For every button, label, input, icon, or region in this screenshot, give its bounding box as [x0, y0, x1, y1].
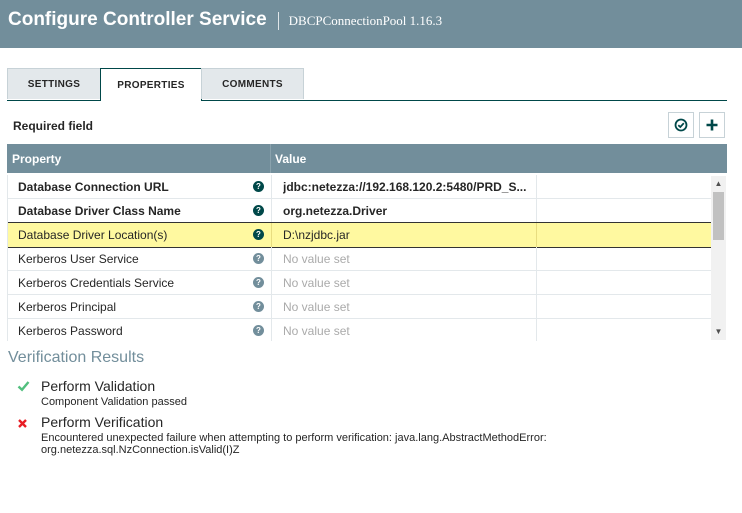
help-icon[interactable]: ? [253, 301, 264, 312]
table-row[interactable]: Kerberos Credentials Service ? No value … [8, 271, 712, 295]
property-value[interactable]: No value set [283, 300, 531, 314]
verify-button[interactable] [668, 112, 694, 138]
header-divider [277, 12, 279, 30]
property-name: Kerberos Credentials Service [18, 276, 175, 290]
tab-settings[interactable]: SETTINGS [7, 68, 101, 99]
help-icon[interactable]: ? [253, 205, 264, 216]
result-title: Perform Validation [41, 378, 156, 394]
result-title: Perform Verification [41, 414, 164, 430]
property-name: Database Connection URL [18, 180, 169, 194]
property-value[interactable]: No value set [283, 276, 531, 290]
table-scrollbar[interactable]: ▲ ▼ [711, 176, 726, 340]
table-row[interactable]: Kerberos User Service ? No value set [8, 247, 712, 271]
header-property[interactable]: Property [12, 152, 61, 166]
table-row[interactable]: Database Connection URL ? jdbc:netezza:/… [8, 175, 712, 199]
header-value[interactable]: Value [275, 152, 306, 166]
property-name: Database Driver Location(s) [18, 228, 168, 242]
dialog-title: Configure Controller Service [8, 9, 267, 30]
error-x-icon [18, 419, 27, 428]
property-value[interactable]: org.netezza.Driver [283, 204, 531, 218]
property-name: Database Driver Class Name [18, 204, 181, 218]
required-field-label: Required field [13, 119, 94, 133]
properties-table-header: Property Value [7, 144, 727, 173]
dialog-subtitle: DBCPConnectionPool 1.16.3 [288, 13, 443, 28]
table-row[interactable]: Kerberos Principal ? No value set [8, 295, 712, 319]
properties-table: Database Connection URL ? jdbc:netezza:/… [7, 175, 728, 341]
result-text: org.netezza.sql.NzConnection.isValid(I)Z [41, 444, 240, 456]
check-icon [17, 381, 30, 392]
property-value[interactable]: No value set [283, 324, 531, 338]
dialog-header: Configure Controller Service DBCPConnect… [0, 0, 742, 48]
scrollbar-thumb[interactable] [713, 192, 724, 240]
help-icon[interactable]: ? [253, 253, 264, 264]
property-name: Kerberos Principal [18, 300, 117, 314]
help-icon[interactable]: ? [253, 325, 264, 336]
scroll-down-icon[interactable]: ▼ [711, 326, 726, 338]
tab-comments[interactable]: COMMENTS [201, 68, 304, 99]
tab-bar: SETTINGS PROPERTIES COMMENTS [7, 68, 304, 101]
table-row[interactable]: Kerberos Password ? No value set [8, 319, 712, 341]
plus-icon [706, 119, 718, 131]
property-value[interactable]: jdbc:netezza://192.168.120.2:5480/PRD_S.… [283, 180, 531, 194]
result-text: Component Validation passed [41, 396, 187, 408]
verification-results-title: Verification Results [8, 349, 145, 366]
help-icon[interactable]: ? [253, 229, 264, 240]
property-value[interactable]: D:\nzjdbc.jar [283, 228, 531, 242]
table-row-selected[interactable]: Database Driver Location(s) ? D:\nzjdbc.… [8, 222, 712, 248]
help-icon[interactable]: ? [253, 181, 264, 192]
help-icon[interactable]: ? [253, 277, 264, 288]
result-text: Encountered unexpected failure when atte… [41, 432, 547, 444]
check-circle-icon [674, 118, 688, 132]
property-name: Kerberos User Service [18, 252, 139, 266]
add-property-button[interactable] [699, 112, 725, 138]
tab-properties[interactable]: PROPERTIES [100, 68, 202, 101]
scroll-up-icon[interactable]: ▲ [711, 178, 726, 190]
property-value[interactable]: No value set [283, 252, 531, 266]
property-name: Kerberos Password [18, 324, 123, 338]
table-row[interactable]: Database Driver Class Name ? org.netezza… [8, 199, 712, 223]
